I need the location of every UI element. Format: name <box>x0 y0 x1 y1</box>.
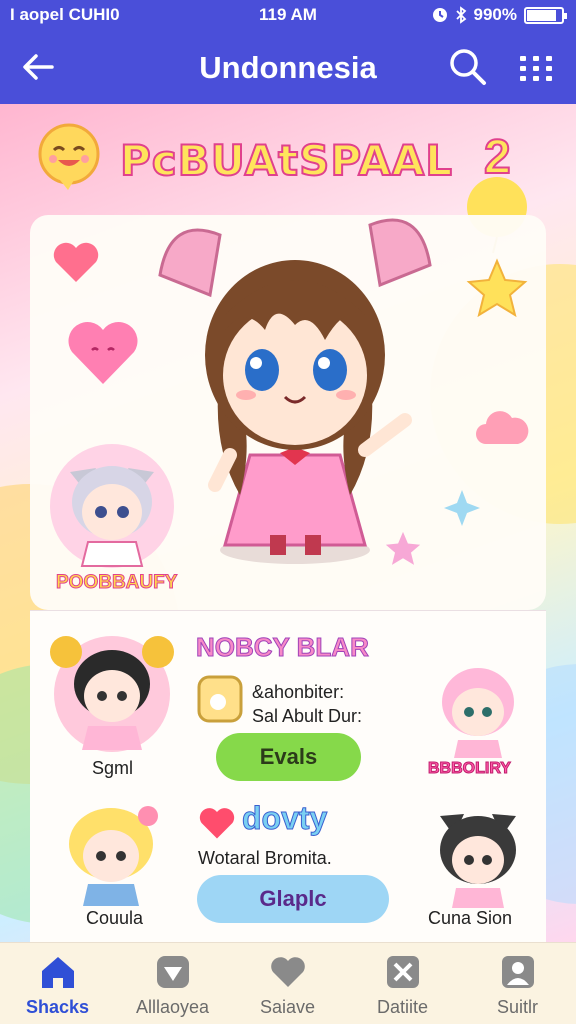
subtitle-text: Wotaral Bromita. <box>198 848 332 868</box>
cloud-icon <box>476 411 529 444</box>
character-name-bottom-right: Cuna Sion <box>428 908 513 928</box>
app-bar: Undonnesia <box>0 30 576 104</box>
cross-tile-icon <box>387 956 419 988</box>
smiley-bubble-icon <box>38 123 100 190</box>
alarm-icon <box>432 8 447 22</box>
star-icon <box>466 258 528 318</box>
heart-icon <box>53 242 99 282</box>
heart-chat-icon <box>271 957 305 987</box>
name-title: NOBCY BLAR <box>196 632 370 663</box>
battery-fill <box>527 9 556 21</box>
nav-label: Suitlr <box>496 997 538 1017</box>
search-icon[interactable] <box>446 45 490 89</box>
bottom-navigation: Shacks Alllaoyea Saiave Datiite Suitlr <box>0 942 576 1024</box>
battery-icon <box>524 6 567 24</box>
glaplc-button[interactable]: Glaplc <box>197 875 389 923</box>
nav-item-alllaoyea[interactable]: Alllaoyea <box>115 943 230 1024</box>
nav-label: Alllaoyea <box>135 997 210 1017</box>
banner-title: PcBUAtSPAAL <box>119 135 454 186</box>
nav-item-datiite[interactable]: Datiite <box>345 943 460 1024</box>
diamond-icon <box>157 956 189 988</box>
status-bar: I aopel CUHI0 119 AM 990% <box>0 0 576 30</box>
info-line-2: Sal Abult Dur: <box>252 706 363 726</box>
nav-label: Shacks <box>25 997 90 1017</box>
evals-button[interactable]: Evals <box>216 733 361 781</box>
nav-label: Saiave <box>259 997 316 1017</box>
main-chibi-character <box>158 218 432 564</box>
side-character-portrait <box>50 444 174 568</box>
nav-item-shacks[interactable]: Shacks <box>0 943 115 1024</box>
nav-item-suitlr[interactable]: Suitlr <box>460 943 575 1024</box>
status-right: 990% <box>432 5 567 25</box>
heart-face-icon <box>68 321 138 384</box>
side-character-label: POOBBAUFY <box>55 572 178 594</box>
bluetooth-icon <box>455 6 466 24</box>
nav-label: Datiite <box>376 997 429 1017</box>
nav-item-saiave[interactable]: Saiave <box>230 943 345 1024</box>
character-name-bottom-left: Couula <box>86 908 144 928</box>
badge-icon <box>197 675 243 723</box>
character-portrait <box>440 814 516 908</box>
character-name-top-left: Sgml <box>92 758 134 778</box>
more-grid-icon[interactable] <box>514 46 558 90</box>
character-name-top-right: BBBOLIRY <box>428 760 512 778</box>
info-line-1: &ahonbiter: <box>252 682 345 702</box>
heart-icon <box>199 808 235 839</box>
rainbow-word: dovty <box>241 800 328 837</box>
battery-percent: 990% <box>473 5 517 24</box>
home-icon <box>42 957 74 988</box>
character-portrait <box>50 636 174 752</box>
profile-icon <box>502 956 534 988</box>
character-portrait <box>69 806 158 906</box>
character-portrait <box>442 668 514 758</box>
